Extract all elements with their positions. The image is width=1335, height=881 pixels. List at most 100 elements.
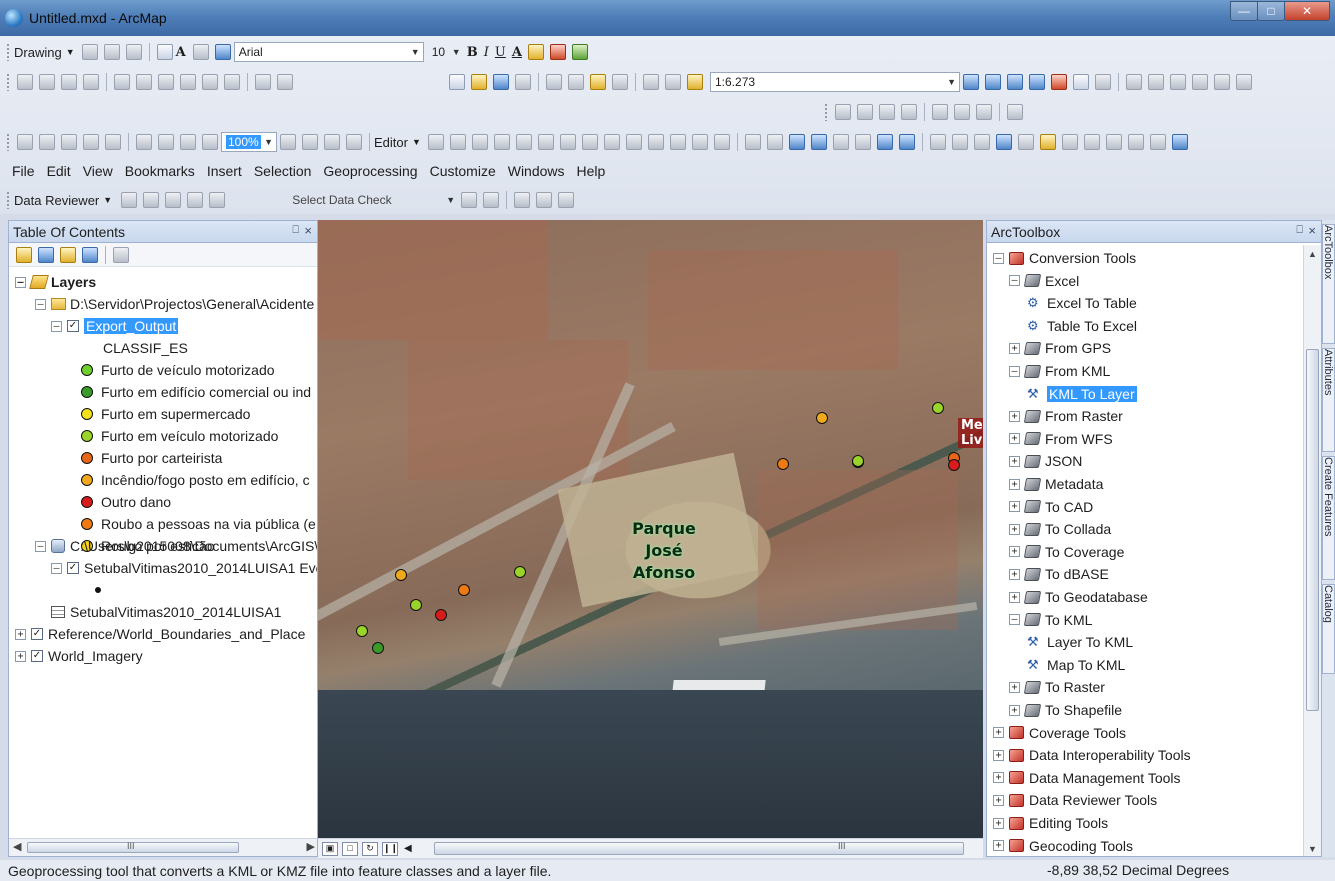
incident-point[interactable] — [932, 402, 944, 414]
print-icon[interactable] — [515, 74, 531, 90]
legend-class-item[interactable]: Furto de veículo motorizado — [81, 359, 275, 381]
maximize-button[interactable]: □ — [1257, 1, 1285, 21]
focus-data-frame-icon[interactable] — [324, 134, 340, 150]
create-features-icon[interactable] — [713, 134, 730, 150]
toolbox-item-from-gps[interactable]: + From GPS — [1009, 337, 1111, 359]
expand-icon[interactable]: + — [993, 840, 1004, 852]
layout-zoom-in-icon[interactable] — [835, 104, 851, 120]
find-route-icon[interactable] — [1105, 134, 1122, 150]
toolbox-item-geocoding-tools[interactable]: + Geocoding Tools — [993, 835, 1133, 856]
toolbox-item-data-reviewer-tools[interactable]: + Data Reviewer Tools — [993, 789, 1157, 811]
attributes-icon[interactable] — [202, 74, 218, 90]
zoom-in-icon[interactable] — [744, 134, 761, 150]
layer-visibility-checkbox[interactable]: ✓ — [31, 650, 43, 662]
select-features-icon[interactable] — [929, 134, 946, 150]
toolbox-item-to-shapefile[interactable]: + To Shapefile — [1009, 699, 1122, 721]
toolbar-grip[interactable] — [6, 73, 10, 91]
expand-icon[interactable]: + — [993, 794, 1004, 806]
legend-class-item[interactable]: Outro dano — [81, 491, 171, 513]
font-color-button[interactable]: A — [512, 45, 522, 60]
incident-point[interactable] — [948, 459, 960, 471]
scroll-thumb[interactable] — [1306, 349, 1319, 711]
list-by-source-icon[interactable] — [38, 246, 54, 263]
map-scroll-thumb[interactable] — [434, 842, 964, 855]
copy-icon[interactable] — [568, 74, 584, 90]
snap-icon[interactable] — [114, 74, 130, 90]
expand-icon[interactable]: + — [1009, 591, 1020, 603]
rotate-tool-icon[interactable] — [647, 134, 664, 150]
georef-extent-icon[interactable] — [83, 134, 99, 150]
font-size-dropdown[interactable]: 10 ▼ — [428, 42, 464, 62]
zoom-percent-dropdown[interactable]: 100% ▼ — [221, 132, 277, 152]
trace-icon[interactable] — [515, 134, 532, 150]
menu-geoprocessing[interactable]: Geoprocessing — [317, 163, 423, 179]
play-icon[interactable] — [1126, 74, 1142, 90]
folder-node-1[interactable]: – D:\Servidor\Projectos\General\Acidente — [35, 293, 314, 315]
toolbox-item-from-kml[interactable]: – From KML — [1009, 360, 1110, 382]
search-window-icon[interactable] — [1029, 74, 1045, 90]
menu-help[interactable]: Help — [571, 163, 612, 179]
expand-icon[interactable]: + — [1009, 681, 1020, 693]
incident-point[interactable] — [514, 566, 526, 578]
collapse-icon[interactable]: – — [51, 562, 62, 574]
new-text-icon[interactable]: A — [176, 45, 186, 60]
expand-icon[interactable]: + — [15, 650, 26, 662]
export-output-layer[interactable]: – ✓ Export_Output — [51, 315, 179, 337]
expand-icon[interactable]: + — [993, 817, 1004, 829]
georef-pan-icon[interactable] — [61, 134, 77, 150]
legend-class-item[interactable]: Furto em edifício comercial ou ind — [81, 381, 311, 403]
pin-icon[interactable]: ⎕ — [292, 224, 299, 237]
draft-mode-icon[interactable] — [302, 134, 318, 150]
collapse-icon[interactable]: – — [35, 298, 46, 310]
arctoolbox-icon[interactable] — [1051, 74, 1067, 90]
python-window-icon[interactable] — [1073, 74, 1089, 90]
fill-color-icon[interactable] — [527, 44, 544, 60]
collapse-icon[interactable]: – — [15, 276, 26, 288]
merge-icon[interactable] — [158, 74, 174, 90]
point-icon[interactable] — [537, 134, 554, 150]
expand-icon[interactable]: + — [1009, 455, 1020, 467]
union-icon[interactable] — [180, 74, 196, 90]
reference-layer[interactable]: + ✓ Reference/World_Boundaries_and_Place — [15, 623, 305, 645]
incident-point[interactable] — [852, 455, 864, 467]
identify-icon[interactable] — [995, 134, 1012, 150]
incident-point[interactable] — [356, 625, 368, 637]
model-builder-icon[interactable] — [1095, 74, 1111, 90]
layout-page-icon[interactable] — [1007, 104, 1023, 120]
pin-icon[interactable]: ⎕ — [1296, 224, 1303, 237]
split-icon[interactable] — [61, 74, 77, 90]
layer-visibility-checkbox[interactable]: ✓ — [67, 320, 79, 332]
legend-class-item[interactable]: Roubo a pessoas na via pública (e: — [81, 513, 317, 535]
expand-icon[interactable]: + — [1009, 704, 1020, 716]
font-icon[interactable] — [214, 44, 231, 60]
menu-edit[interactable]: Edit — [41, 163, 77, 179]
editor-dropdown-icon[interactable]: ▼ — [412, 137, 421, 147]
toolbar-grip[interactable] — [6, 133, 10, 151]
toolbox-item-to-collada[interactable]: + To Collada — [1009, 518, 1111, 540]
menu-windows[interactable]: Windows — [502, 163, 571, 179]
layout-fixed-zoom-out-icon[interactable] — [954, 104, 970, 120]
layer-visibility-checkbox[interactable]: ✓ — [31, 628, 43, 640]
legend-class-item[interactable]: Furto em veículo motorizado — [81, 425, 278, 447]
collapse-icon[interactable]: – — [993, 252, 1004, 264]
toolbox-item-excel-to-table[interactable]: ⚙ Excel To Table — [1027, 292, 1137, 314]
list-by-visibility-icon[interactable] — [60, 246, 76, 263]
cut-icon[interactable] — [546, 74, 562, 90]
toolbar-grip[interactable] — [824, 103, 828, 121]
standalone-table[interactable]: SetubalVitimas2010_2014LUISA1 — [51, 601, 281, 623]
select-elements-icon[interactable] — [81, 44, 98, 60]
toolbox-item-conversion-tools[interactable]: – Conversion Tools — [993, 247, 1136, 269]
redo-icon[interactable] — [665, 74, 681, 90]
split-tool-icon[interactable] — [625, 134, 642, 150]
italic-button[interactable]: I — [484, 45, 489, 60]
clear-selection-icon[interactable] — [951, 134, 968, 150]
toc-horizontal-scrollbar[interactable]: ◀ III ▶ — [9, 838, 317, 856]
close-panel-icon[interactable]: × — [304, 223, 312, 238]
scale-dropdown[interactable]: 1:6.273 ▼ — [710, 72, 960, 92]
georef-page-icon[interactable] — [105, 134, 121, 150]
drawing-menu-button[interactable]: Drawing — [14, 45, 62, 60]
list-by-selection-icon[interactable] — [82, 246, 98, 263]
expand-icon[interactable]: + — [1009, 410, 1020, 422]
scroll-left-icon[interactable]: ◀ — [13, 840, 21, 853]
edit-annotation-icon[interactable] — [449, 134, 466, 150]
